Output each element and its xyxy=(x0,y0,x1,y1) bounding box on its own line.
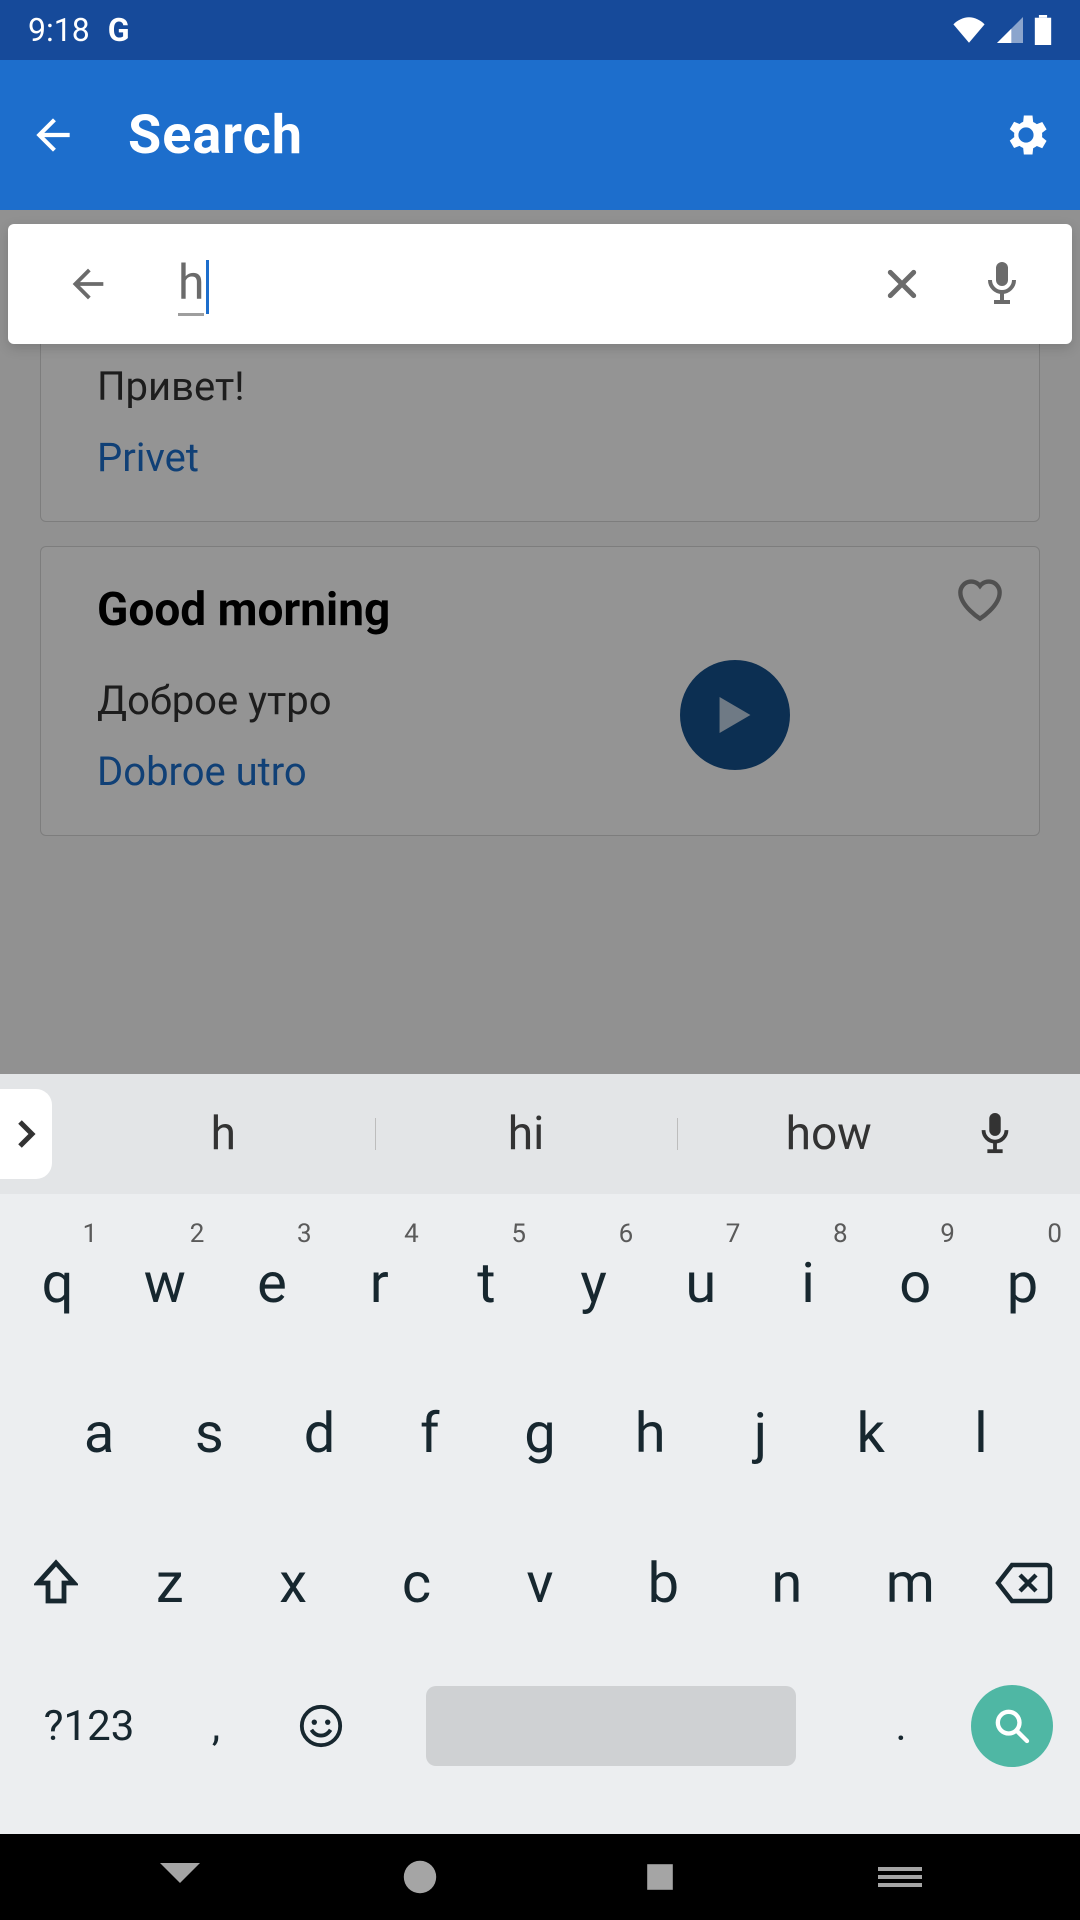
shift-key[interactable] xyxy=(4,1523,108,1643)
search-back-button[interactable] xyxy=(58,261,118,307)
key-h[interactable]: h xyxy=(595,1363,705,1503)
key-v[interactable]: v xyxy=(478,1513,601,1653)
key-superscript: 7 xyxy=(726,1219,741,1249)
key-r[interactable]: r4 xyxy=(326,1213,433,1353)
key-l[interactable]: l xyxy=(926,1363,1036,1503)
status-bar: 9:18 G xyxy=(0,0,1080,60)
key-i[interactable]: i8 xyxy=(754,1213,861,1353)
key-row-4: ?123 , . xyxy=(4,1658,1076,1794)
suggestion[interactable]: h xyxy=(72,1107,375,1161)
search-field[interactable]: h xyxy=(8,224,1072,344)
key-j[interactable]: j xyxy=(705,1363,815,1503)
nav-back-button[interactable] xyxy=(150,1847,210,1907)
key-y[interactable]: y6 xyxy=(540,1213,647,1353)
keyboard: h hi how q1w2e3r4t5y6u7i8o9p0 asdfghjkl … xyxy=(0,1074,1080,1834)
key-rows: q1w2e3r4t5y6u7i8o9p0 asdfghjkl zxcvbnm ?… xyxy=(0,1194,1080,1794)
key-superscript: 8 xyxy=(833,1219,848,1249)
key-a[interactable]: a xyxy=(44,1363,154,1503)
key-superscript: 3 xyxy=(297,1219,312,1249)
key-row-3: zxcvbnm xyxy=(4,1508,1076,1658)
key-superscript: 4 xyxy=(404,1219,419,1249)
comma-key[interactable]: , xyxy=(166,1666,266,1786)
key-row-2: asdfghjkl xyxy=(4,1358,1076,1508)
space-key[interactable] xyxy=(376,1666,846,1786)
key-superscript: 1 xyxy=(83,1219,98,1249)
key-b[interactable]: b xyxy=(602,1513,725,1653)
search-key[interactable] xyxy=(956,1666,1068,1786)
suggestion[interactable]: hi xyxy=(375,1107,678,1161)
key-w[interactable]: w2 xyxy=(111,1213,218,1353)
page-title: Search xyxy=(128,104,303,167)
backspace-key[interactable] xyxy=(972,1523,1076,1643)
symbols-key[interactable]: ?123 xyxy=(12,1666,166,1786)
key-m[interactable]: m xyxy=(849,1513,972,1653)
key-n[interactable]: n xyxy=(725,1513,848,1653)
status-google-indicator: G xyxy=(108,11,130,49)
back-button[interactable] xyxy=(28,110,78,160)
key-p[interactable]: p0 xyxy=(969,1213,1076,1353)
key-u[interactable]: u7 xyxy=(647,1213,754,1353)
app-bar: Search xyxy=(0,60,1080,210)
status-time: 9:18 xyxy=(28,11,90,49)
wifi-icon xyxy=(952,17,986,43)
key-superscript: 6 xyxy=(619,1219,634,1249)
key-o[interactable]: o9 xyxy=(862,1213,969,1353)
key-f[interactable]: f xyxy=(375,1363,485,1503)
search-query-text: h xyxy=(178,254,204,316)
expand-suggestions-button[interactable] xyxy=(0,1089,52,1179)
key-superscript: 9 xyxy=(940,1219,955,1249)
suggestion[interactable]: how xyxy=(677,1107,980,1161)
key-x[interactable]: x xyxy=(231,1513,354,1653)
key-g[interactable]: g xyxy=(485,1363,595,1503)
key-t[interactable]: t5 xyxy=(433,1213,540,1353)
key-s[interactable]: s xyxy=(154,1363,264,1503)
key-row-1: q1w2e3r4t5y6u7i8o9p0 xyxy=(4,1208,1076,1358)
battery-icon xyxy=(1034,15,1052,45)
key-z[interactable]: z xyxy=(108,1513,231,1653)
clear-button[interactable] xyxy=(872,264,932,304)
nav-keyboard-switch-button[interactable] xyxy=(870,1847,930,1907)
key-superscript: 5 xyxy=(511,1219,526,1249)
suggestion-row: h hi how xyxy=(0,1074,1080,1194)
text-cursor xyxy=(206,260,209,314)
key-e[interactable]: e3 xyxy=(218,1213,325,1353)
key-k[interactable]: k xyxy=(816,1363,926,1503)
key-c[interactable]: c xyxy=(355,1513,478,1653)
cell-signal-icon xyxy=(996,17,1024,43)
navigation-bar xyxy=(0,1834,1080,1920)
nav-recents-button[interactable] xyxy=(630,1847,690,1907)
voice-search-button[interactable] xyxy=(972,262,1032,306)
search-input[interactable]: h xyxy=(178,254,872,313)
key-d[interactable]: d xyxy=(264,1363,374,1503)
emoji-key[interactable] xyxy=(266,1666,376,1786)
key-superscript: 0 xyxy=(1047,1219,1062,1249)
period-key[interactable]: . xyxy=(846,1666,956,1786)
key-q[interactable]: q1 xyxy=(4,1213,111,1353)
settings-button[interactable] xyxy=(1000,109,1052,161)
keyboard-mic-button[interactable] xyxy=(980,1113,1080,1155)
key-superscript: 2 xyxy=(190,1219,205,1249)
nav-home-button[interactable] xyxy=(390,1847,450,1907)
